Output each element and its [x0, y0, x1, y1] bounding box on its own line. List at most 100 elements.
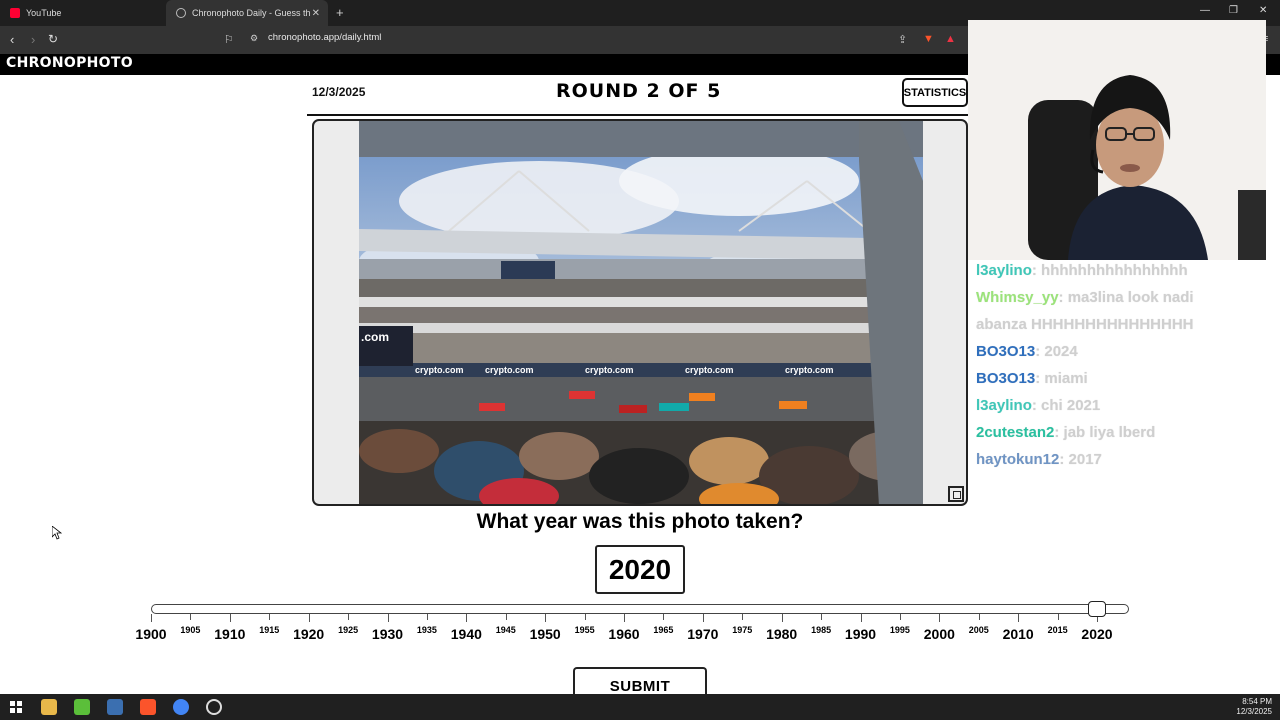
- slider-year-label: 1930: [371, 626, 404, 642]
- photo-sign-text: crypto.com: [415, 365, 464, 375]
- chat-message: BO3O13: 2024: [976, 343, 1078, 360]
- chronophoto-favicon-icon: [176, 8, 186, 18]
- slider-tick-minor: [584, 614, 586, 620]
- slider-year-label: 1910: [214, 626, 246, 642]
- obs-icon[interactable]: [206, 699, 222, 715]
- slider-year-label-minor: 1995: [889, 625, 910, 635]
- slider-year-label-minor: 1925: [338, 625, 359, 635]
- slider-tick-minor: [663, 614, 665, 620]
- system-clock[interactable]: 8:54 PM 12/3/2025: [1236, 697, 1272, 717]
- chat-colon: :: [1035, 370, 1045, 387]
- notepad-plus-icon[interactable]: [74, 699, 90, 715]
- site-logo[interactable]: CHRONOPHOTO: [6, 55, 133, 71]
- chat-username: Whimsy_yy: [976, 289, 1059, 306]
- youtube-icon: [10, 8, 20, 18]
- minimize-icon[interactable]: —: [1200, 5, 1210, 16]
- slider-year-label-minor: 2005: [968, 625, 989, 635]
- chat-text: chi 2021: [1041, 397, 1101, 414]
- slider-year-label: 1980: [766, 626, 798, 642]
- tab-youtube[interactable]: YouTube: [0, 0, 165, 26]
- year-slider-thumb[interactable]: [1088, 601, 1106, 617]
- chat-message: Whimsy_yy: ma3lina look nadi: [976, 289, 1194, 306]
- photo-sign-text: crypto.com: [785, 365, 834, 375]
- chat-text: 2024: [1044, 343, 1078, 360]
- share-icon[interactable]: ⇪: [898, 33, 907, 46]
- chat-colon: :: [1054, 424, 1064, 441]
- slider-tick-minor: [1057, 614, 1059, 620]
- slider-year-label-minor: 1905: [180, 625, 201, 635]
- slider-tick-minor: [742, 614, 744, 620]
- chat-message: 2cutestan2: jab liya lberd: [976, 424, 1155, 441]
- slider-year-label: 2000: [923, 626, 955, 642]
- chat-colon: :: [1035, 343, 1045, 360]
- chat-text: miami: [1044, 370, 1088, 387]
- slider-tick-major: [939, 614, 941, 622]
- photo-sign-text: crypto.com: [485, 365, 534, 375]
- clock-time: 8:54 PM: [1242, 697, 1272, 706]
- chat-message: l3aylino: hhhhhhhhhhhhhhhh: [976, 262, 1188, 279]
- chat-colon: :: [1031, 262, 1042, 279]
- slider-year-label-minor: 1915: [259, 625, 280, 635]
- chat-text: ma3lina look nadi: [1067, 289, 1194, 306]
- app-icon[interactable]: [107, 699, 123, 715]
- chrome-icon[interactable]: [173, 699, 189, 715]
- slider-year-label-minor: 1945: [495, 625, 516, 635]
- forward-icon[interactable]: ›: [31, 32, 35, 47]
- chat-text: 2017: [1068, 451, 1102, 468]
- brave-rewards-icon[interactable]: ▲: [945, 33, 956, 45]
- slider-tick-major: [151, 614, 152, 622]
- round-photo[interactable]: crypto.com crypto.com crypto.com crypto.…: [359, 121, 923, 504]
- slider-tick-minor: [899, 614, 901, 620]
- windows-start-icon[interactable]: [8, 699, 24, 715]
- daily-date: 12/3/2025: [312, 85, 366, 99]
- chat-username: l3aylino: [976, 262, 1032, 279]
- slider-tick-major: [308, 614, 310, 622]
- restore-icon[interactable]: ❐: [1229, 5, 1238, 16]
- slider-year-label-minor: 1965: [653, 625, 674, 635]
- slider-tick-major: [466, 614, 468, 622]
- slider-year-label-minor: 2015: [1047, 625, 1068, 635]
- bookmark-icon[interactable]: ⚐: [224, 33, 234, 46]
- year-slider-track[interactable]: [151, 604, 1129, 614]
- slider-tick-minor: [821, 614, 823, 620]
- slider-year-label: 1960: [608, 626, 640, 642]
- slider-tick-major: [1018, 614, 1020, 622]
- slider-tick-major: [229, 614, 231, 622]
- screen: YouTube Chronophoto Daily - Guess the Y …: [0, 0, 1280, 720]
- address-bar[interactable]: chronophoto.app/daily.html: [268, 32, 381, 43]
- new-tab-button[interactable]: +: [336, 5, 344, 20]
- tab-chronophoto[interactable]: Chronophoto Daily - Guess the Y ✕: [166, 0, 328, 26]
- brave-browser-icon[interactable]: [140, 699, 156, 715]
- clock-date: 12/3/2025: [1236, 707, 1272, 716]
- selected-year-display: 2020: [595, 545, 685, 594]
- submit-button[interactable]: SUBMIT: [573, 667, 707, 697]
- slider-year-label: 1900: [135, 626, 167, 642]
- photo-sign-text: crypto.com: [685, 365, 734, 375]
- slider-tick-minor: [978, 614, 980, 620]
- fullscreen-icon[interactable]: [948, 486, 964, 502]
- brave-shield-icon[interactable]: ▼: [923, 33, 934, 45]
- slider-tick-minor: [190, 614, 192, 620]
- file-explorer-icon[interactable]: [41, 699, 57, 715]
- slider-year-label-minor: 1935: [416, 625, 437, 635]
- chat-message-continued: abanza HHHHHHHHHHHHHHH: [976, 316, 1194, 333]
- statistics-button[interactable]: STATISTICS: [902, 78, 968, 107]
- close-window-icon[interactable]: ✕: [1259, 5, 1267, 16]
- close-tab-icon[interactable]: ✕: [312, 8, 320, 19]
- slider-year-label-minor: 1985: [811, 625, 832, 635]
- chat-text: jab liya lberd: [1063, 424, 1156, 441]
- slider-tick-major: [781, 614, 783, 622]
- chat-username: BO3O13: [976, 343, 1036, 360]
- site-info-icon[interactable]: ⚙: [250, 33, 258, 44]
- tab-label: YouTube: [26, 8, 62, 18]
- reload-icon[interactable]: ↻: [48, 32, 58, 46]
- slider-tick-minor: [505, 614, 507, 620]
- slider-tick-major: [624, 614, 625, 622]
- slider-year-label: 2010: [1002, 626, 1034, 642]
- chat-text: hhhhhhhhhhhhhhhh: [1041, 262, 1188, 279]
- back-icon[interactable]: ‹: [10, 32, 14, 47]
- chat-username: haytokun12: [976, 451, 1060, 468]
- slider-tick-minor: [348, 614, 350, 620]
- slider-tick-major: [702, 614, 704, 622]
- slider-year-label: 1950: [529, 626, 561, 642]
